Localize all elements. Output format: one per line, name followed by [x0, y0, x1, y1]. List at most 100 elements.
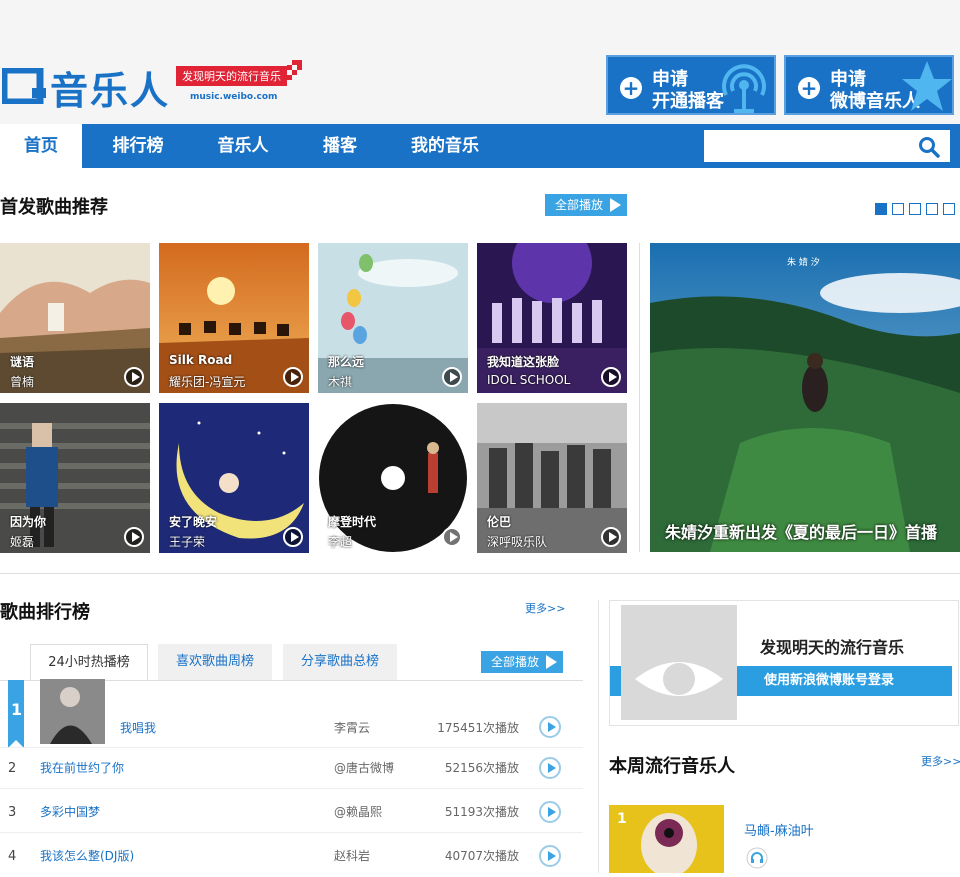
tab-24h-hot[interactable]: 24小时热播榜 [30, 644, 148, 681]
play-icon [546, 655, 557, 669]
main-nav: 首页 排行榜 音乐人 播客 我的音乐 [0, 124, 960, 168]
chart-title: 歌曲排行榜 [0, 602, 90, 623]
apply-musician-button[interactable]: + 申请 微博音乐人 [784, 55, 954, 115]
carousel-dot-4[interactable] [926, 203, 938, 215]
rank-number: 4 [8, 849, 17, 864]
song-artist: 耀乐团-冯宣元 [169, 375, 246, 389]
song-name: 摩登时代 [328, 515, 377, 529]
login-title: 发现明天的流行音乐 [760, 638, 905, 657]
play-icon[interactable] [124, 527, 144, 547]
headphones-icon[interactable] [746, 847, 768, 869]
divider [598, 600, 599, 873]
song-name: 安了晚安 [169, 515, 218, 529]
play-icon[interactable] [283, 367, 303, 387]
play-count: 40707次播放 [444, 849, 519, 863]
logo-mark-icon [2, 68, 46, 104]
logo-url: music.weibo.com [190, 92, 278, 102]
carousel-dot-3[interactable] [909, 203, 921, 215]
star-icon [902, 61, 952, 111]
plus-icon: + [620, 77, 642, 99]
feature-banner[interactable]: 朱 婧 汐 朱婧汐重新出发《夏的最后一日》首播 [650, 243, 960, 552]
carousel-dot-2[interactable] [892, 203, 904, 215]
song-tile[interactable]: 安了晚安 王子荣 [159, 403, 309, 553]
search-icon[interactable] [918, 136, 940, 158]
song-title-link[interactable]: 我该怎么整(DJ版) [40, 847, 134, 864]
table-row: 2 我在前世约了你 @唐古微博 52156次播放 [0, 745, 583, 789]
song-tile[interactable]: 那么远 木祺 [318, 243, 468, 393]
tab-shared-total[interactable]: 分享歌曲总榜 [283, 644, 397, 680]
song-tile[interactable]: Silk Road 耀乐团-冯宣元 [159, 243, 309, 393]
tab-weekly-liked[interactable]: 喜欢歌曲周榜 [158, 644, 272, 680]
nav-musicians[interactable]: 音乐人 [206, 124, 280, 168]
song-artist: IDOL SCHOOL [487, 373, 571, 387]
recommend-play-all-button[interactable]: 全部播放 [545, 194, 627, 216]
play-count: 52156次播放 [444, 761, 519, 775]
song-singer: @唐古微博 [334, 761, 395, 775]
logo-text: 音乐人 [50, 69, 171, 113]
song-singer: 赵科岩 [334, 849, 371, 863]
top-bar: 音乐人 发现明天的流行音乐 music.weibo.com + 申请 开通播客 … [0, 0, 960, 124]
song-artist: 姬磊 [10, 535, 35, 549]
song-tile[interactable]: 因为你 姬磊 [0, 403, 150, 553]
nav-home[interactable]: 首页 [0, 124, 82, 168]
apply-podcast-button[interactable]: + 申请 开通播客 [606, 55, 776, 115]
song-tile[interactable]: 伦巴 深呼吸乐队 [477, 403, 627, 553]
feature-small-text: 朱 婧 汐 [787, 258, 820, 268]
feature-caption: 朱婧汐重新出发《夏的最后一日》首播 [665, 523, 938, 542]
musician-rank: 1 [617, 811, 627, 827]
nav-my-music[interactable]: 我的音乐 [404, 124, 486, 168]
play-icon [610, 198, 621, 212]
weekly-more-link[interactable]: 更多>> [921, 753, 960, 769]
play-icon[interactable] [539, 845, 561, 867]
feature-image [650, 243, 960, 552]
chart-play-all-button[interactable]: 全部播放 [481, 651, 563, 673]
song-artist: 曾楠 [10, 375, 35, 389]
play-icon[interactable] [539, 716, 561, 738]
song-title-link[interactable]: 我在前世约了你 [40, 759, 124, 776]
play-all-label: 全部播放 [491, 655, 540, 669]
song-artist: 深呼吸乐队 [487, 535, 548, 549]
nav-charts[interactable]: 排行榜 [100, 124, 176, 168]
carousel-dot-5[interactable] [943, 203, 955, 215]
play-icon[interactable] [601, 527, 621, 547]
play-icon[interactable] [283, 527, 303, 547]
play-icon[interactable] [124, 367, 144, 387]
chart-more-link[interactable]: 更多>> [525, 600, 565, 616]
song-tile[interactable]: 摩登时代 李超 [318, 403, 468, 553]
rank-number: 2 [8, 761, 17, 776]
rank-number: 3 [8, 805, 17, 820]
search-input[interactable] [704, 130, 904, 162]
play-count: 51193次播放 [444, 805, 519, 819]
song-name: 我知道这张脸 [487, 355, 560, 369]
play-icon[interactable] [601, 367, 621, 387]
recommend-title: 首发歌曲推荐 [0, 197, 108, 218]
play-icon[interactable] [442, 527, 462, 547]
play-count: 175451次播放 [437, 721, 519, 735]
play-icon[interactable] [539, 801, 561, 823]
song-artist: 李超 [328, 535, 353, 549]
song-tile[interactable]: 我知道这张脸 IDOL SCHOOL [477, 243, 627, 393]
musician-name-link[interactable]: 马頔-麻油叶 [744, 820, 814, 839]
divider [0, 573, 960, 574]
logo-slogan: 发现明天的流行音乐 [176, 66, 287, 86]
carousel-dot-1[interactable] [875, 203, 887, 215]
song-artist: 木祺 [328, 375, 353, 389]
song-singer: @赖晶熙 [334, 805, 383, 819]
nav-podcast[interactable]: 播客 [312, 124, 368, 168]
song-title-link[interactable]: 我唱我 [120, 719, 156, 736]
song-name: Silk Road [169, 353, 233, 367]
song-title-link[interactable]: 多彩中国梦 [40, 803, 100, 820]
divider [639, 243, 640, 552]
song-name: 那么远 [328, 355, 365, 369]
play-icon[interactable] [539, 757, 561, 779]
search-box [704, 130, 950, 162]
song-name: 因为你 [10, 515, 47, 529]
broadcast-icon [722, 64, 766, 113]
plus-icon: + [798, 77, 820, 99]
song-name: 伦巴 [487, 515, 512, 529]
play-all-label: 全部播放 [555, 198, 604, 212]
play-icon[interactable] [442, 367, 462, 387]
table-row: 我唱我 李霄云 175451次播放 [0, 704, 583, 748]
pixel-decoration-icon [282, 60, 302, 80]
song-tile[interactable]: 谜语 曾楠 [0, 243, 150, 393]
